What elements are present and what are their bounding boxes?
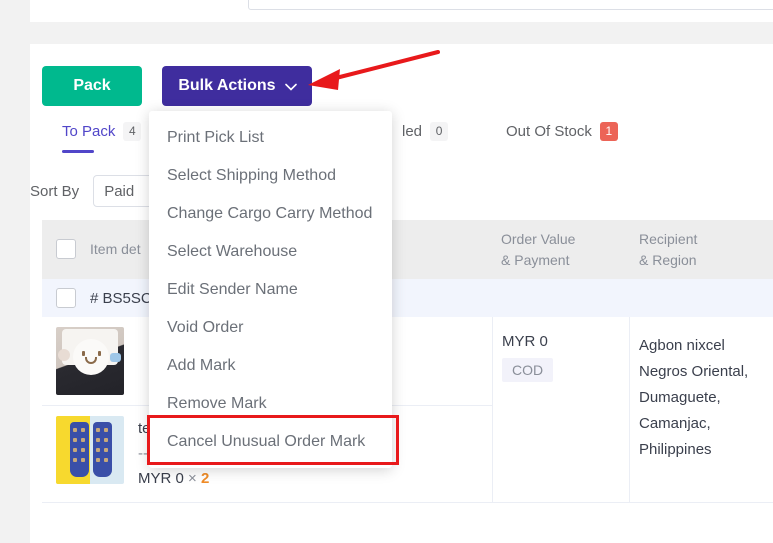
tab-out-of-stock[interactable]: Out Of Stock 1: [506, 118, 618, 144]
tab-to-pack-badge: 4: [123, 121, 142, 141]
menu-item-void-order[interactable]: Void Order: [149, 309, 392, 347]
action-button-row: Pack Bulk Actions: [42, 66, 313, 106]
tab-cancelled-label: led: [402, 122, 423, 140]
menu-item-select-shipping-method[interactable]: Select Shipping Method: [149, 157, 392, 195]
tab-to-pack[interactable]: To Pack 4: [62, 118, 142, 144]
order-select-checkbox[interactable]: [56, 288, 76, 308]
recipient-address-line-2: Dumaguete,: [639, 388, 721, 406]
product-quantity: 2: [200, 470, 210, 487]
recipient-country: Philippines: [639, 440, 712, 458]
bulk-actions-dropdown-menu: Print Pick List Select Shipping Method C…: [149, 111, 392, 468]
chevron-down-icon: [284, 80, 297, 93]
bulk-actions-label: Bulk Actions: [178, 77, 276, 94]
order-value-cell: MYR 0 COD: [492, 317, 630, 502]
recipient-cell: Agbon nixcel Negros Oriental, Dumaguete,…: [630, 317, 773, 502]
socks-thumbnail[interactable]: [56, 416, 124, 484]
pack-button[interactable]: Pack: [42, 66, 142, 106]
header-recipient-line1: Recipient: [639, 231, 698, 248]
select-all-checkbox[interactable]: [56, 239, 76, 260]
header-item-details-label: Item det: [90, 241, 141, 258]
bulk-actions-button[interactable]: Bulk Actions: [162, 66, 313, 106]
header-order-value-line1: Order Value: [501, 231, 576, 248]
top-panel: [30, 0, 773, 22]
tab-cancelled-badge: 0: [430, 121, 449, 141]
menu-item-change-cargo-carry-method[interactable]: Change Cargo Carry Method: [149, 195, 392, 233]
tab-out-of-stock-badge: 1: [599, 121, 618, 141]
menu-item-remove-mark[interactable]: Remove Mark: [149, 385, 392, 423]
order-value-amount: MYR 0: [502, 333, 548, 350]
recipient-name: Agbon nixcel: [639, 337, 725, 354]
top-search-input[interactable]: [248, 0, 773, 10]
recipient-address-line-1: Negros Oriental,: [639, 362, 749, 380]
menu-item-print-pick-list[interactable]: Print Pick List: [149, 119, 392, 157]
payment-method-badge: COD: [502, 358, 554, 382]
sort-by-value: Paid: [104, 182, 135, 200]
product-price: MYR 0: [138, 470, 184, 487]
menu-item-add-mark[interactable]: Add Mark: [149, 347, 392, 385]
tab-out-of-stock-label: Out Of Stock: [506, 122, 592, 140]
header-order-value-cell: Order Value & Payment: [492, 229, 630, 270]
tab-cancelled[interactable]: led 0: [402, 118, 449, 144]
multiply-icon: ×: [188, 470, 197, 487]
header-recipient-line2: & Region: [639, 251, 697, 268]
tab-to-pack-label: To Pack: [62, 122, 116, 140]
header-order-value-line2: & Payment: [501, 251, 570, 268]
menu-item-select-warehouse[interactable]: Select Warehouse: [149, 233, 392, 271]
header-recipient-cell: Recipient & Region: [630, 229, 773, 270]
menu-item-cancel-unusual-order-mark[interactable]: Cancel Unusual Order Mark: [149, 423, 392, 461]
plush-toy-thumbnail[interactable]: [56, 327, 124, 395]
orders-panel: Pack Bulk Actions To Pack 4 led 0 Out Of…: [30, 44, 773, 543]
product-price-line: MYR 0 × 2: [138, 466, 209, 492]
menu-item-edit-sender-name[interactable]: Edit Sender Name: [149, 271, 392, 309]
recipient-address-line-3: Camanjac,: [639, 414, 711, 432]
screen-root: Pack Bulk Actions To Pack 4 led 0 Out Of…: [0, 0, 773, 543]
sort-by-label: Sort By: [30, 182, 80, 200]
active-tab-indicator: [62, 150, 94, 153]
